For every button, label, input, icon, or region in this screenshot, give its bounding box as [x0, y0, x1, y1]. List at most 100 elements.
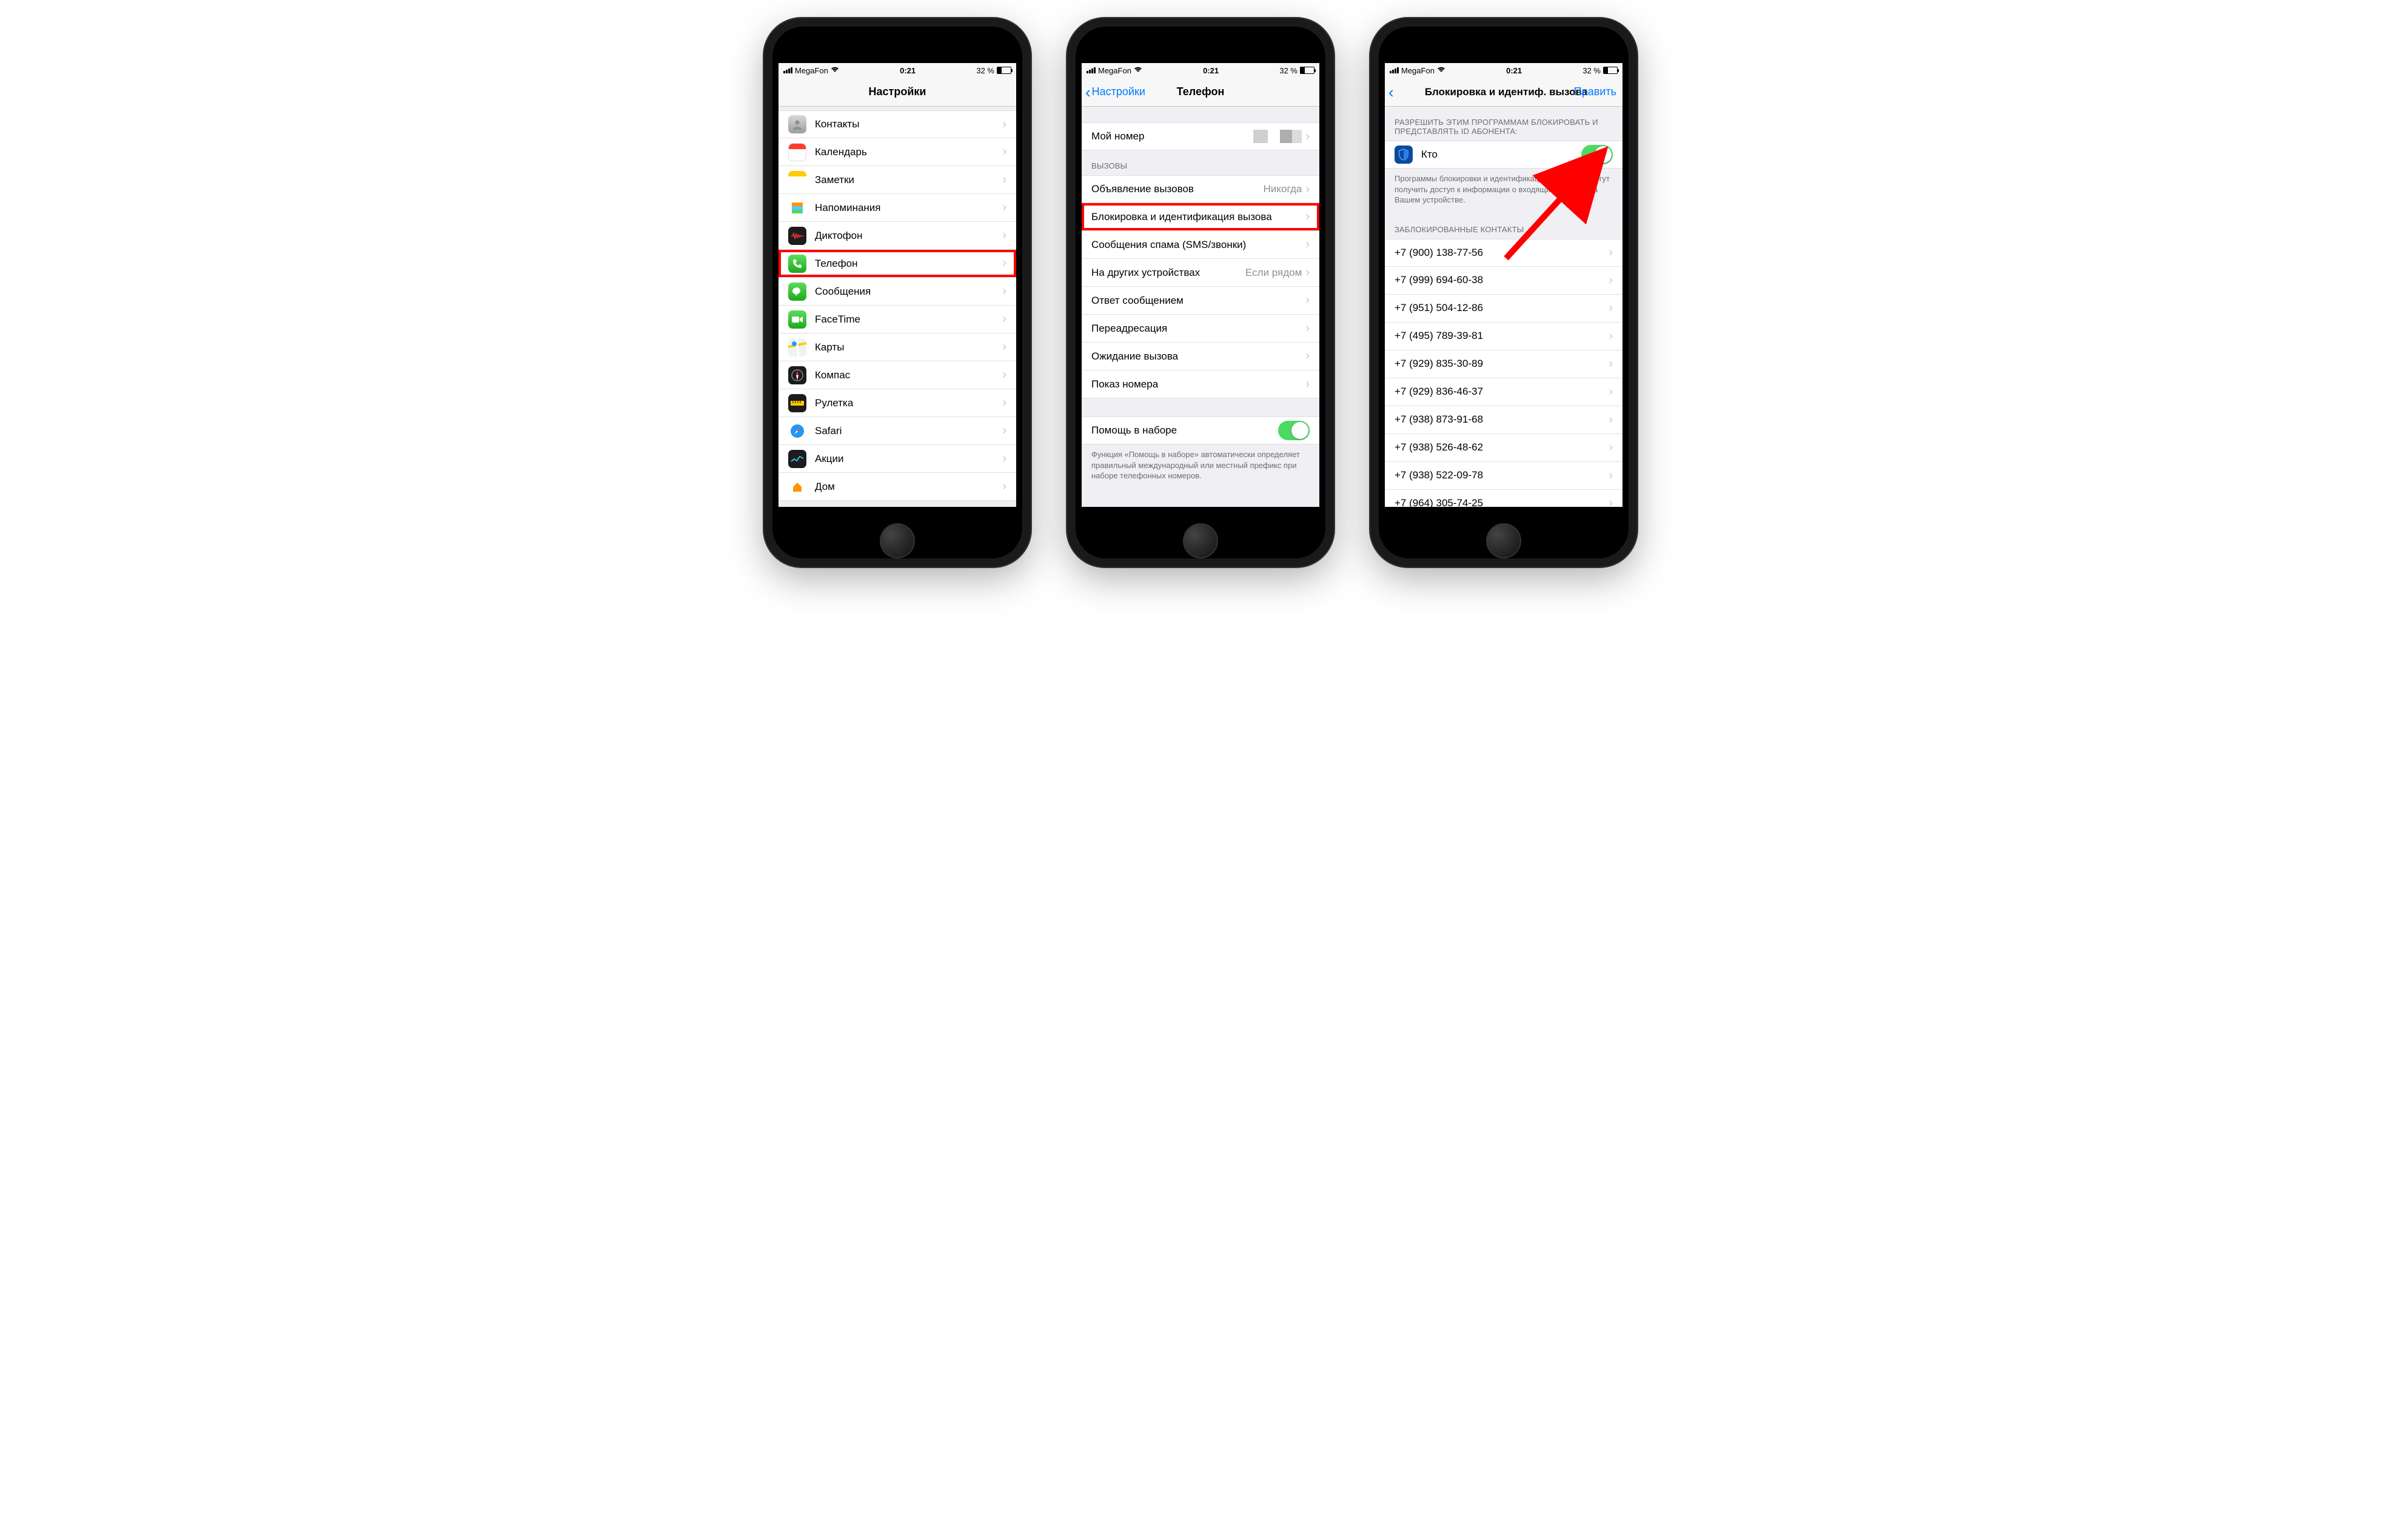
- blocked-number: +7 (495) 789-39-81: [1395, 330, 1609, 342]
- phone-2: MegaFon 0:21 32 % ‹ Настройки Телефон: [1067, 18, 1334, 567]
- screen-block-identify: MegaFon 0:21 32 % ‹ Блокировка и идентиф…: [1385, 63, 1622, 507]
- row-voice-memo[interactable]: Диктофон ›: [779, 222, 1016, 250]
- signal-icon: [1087, 67, 1096, 73]
- row-safari[interactable]: Safari ›: [779, 417, 1016, 445]
- row-blocked[interactable]: +7 (929) 836-46-37›: [1385, 378, 1622, 406]
- row-respond-text[interactable]: Ответ сообщением ›: [1082, 287, 1319, 315]
- nav-bar: ‹ Блокировка и идентиф. вызова Править: [1385, 78, 1622, 107]
- row-facetime[interactable]: FaceTime ›: [779, 306, 1016, 333]
- blocked-number: +7 (964) 305-74-25: [1395, 497, 1609, 507]
- row-reminders[interactable]: Напоминания ›: [779, 194, 1016, 222]
- row-label: Кто: [1421, 149, 1581, 161]
- phone-3: MegaFon 0:21 32 % ‹ Блокировка и идентиф…: [1370, 18, 1637, 567]
- row-dial-assist: Помощь в наборе: [1082, 417, 1319, 444]
- nav-bar: Настройки: [779, 78, 1016, 107]
- chevron-right-icon: ›: [1002, 368, 1006, 382]
- blocked-number: +7 (951) 504-12-86: [1395, 302, 1609, 314]
- dial-assist-toggle[interactable]: [1278, 421, 1310, 440]
- row-notes[interactable]: Заметки ›: [779, 166, 1016, 194]
- carrier-label: MegaFon: [1098, 66, 1131, 75]
- row-home[interactable]: Дом ›: [779, 473, 1016, 501]
- row-label: Сообщения спама (SMS/звонки): [1091, 239, 1305, 251]
- row-my-number[interactable]: Мой номер ›: [1082, 122, 1319, 150]
- facetime-icon: [788, 310, 806, 329]
- row-phone[interactable]: Телефон ›: [779, 250, 1016, 278]
- row-blocked[interactable]: +7 (495) 789-39-81›: [1385, 323, 1622, 350]
- back-button[interactable]: ‹ Настройки: [1085, 84, 1145, 100]
- phone-icon: [788, 255, 806, 273]
- row-other-devices[interactable]: На других устройствах Если рядом ›: [1082, 259, 1319, 287]
- chevron-right-icon: ›: [1305, 266, 1310, 280]
- row-call-waiting[interactable]: Ожидание вызова ›: [1082, 343, 1319, 370]
- dial-assist-footer: Функция «Помощь в наборе» автоматически …: [1082, 444, 1319, 490]
- row-label: Показ номера: [1091, 378, 1305, 390]
- row-label: Календарь: [815, 146, 1002, 158]
- row-blocked[interactable]: +7 (999) 694-60-38›: [1385, 267, 1622, 295]
- phone-1: MegaFon 0:21 32 % Настройки: [764, 18, 1031, 567]
- row-label: Блокировка и идентификация вызова: [1091, 211, 1305, 223]
- chevron-right-icon: ›: [1305, 238, 1310, 252]
- row-blocked[interactable]: +7 (938) 873-91-68›: [1385, 406, 1622, 434]
- chevron-right-icon: ›: [1305, 321, 1310, 335]
- row-ruler[interactable]: Рулетка ›: [779, 389, 1016, 417]
- row-label: Акции: [815, 453, 1002, 465]
- row-maps[interactable]: Карты ›: [779, 333, 1016, 361]
- chevron-right-icon: ›: [1002, 312, 1006, 326]
- chevron-right-icon: ›: [1609, 441, 1613, 455]
- row-label: Переадресация: [1091, 323, 1305, 335]
- row-contacts[interactable]: Контакты ›: [779, 110, 1016, 138]
- phone-settings-list[interactable]: Мой номер › ВЫЗОВЫ Объявление вызовов Ни…: [1082, 107, 1319, 507]
- row-calendar[interactable]: Календарь ›: [779, 138, 1016, 166]
- row-label: Рулетка: [815, 397, 1002, 409]
- chevron-right-icon: ›: [1609, 469, 1613, 483]
- kto-toggle[interactable]: [1581, 145, 1613, 164]
- row-block-identify[interactable]: Блокировка и идентификация вызова ›: [1082, 203, 1319, 231]
- chevron-left-icon: ‹: [1388, 84, 1394, 100]
- row-value: Если рядом: [1245, 267, 1302, 279]
- allow-footer: Программы блокировки и идентификации выз…: [1385, 169, 1622, 214]
- block-identify-list[interactable]: РАЗРЕШИТЬ ЭТИМ ПРОГРАММАМ БЛОКИРОВАТЬ И …: [1385, 107, 1622, 507]
- status-bar: MegaFon 0:21 32 %: [1082, 63, 1319, 78]
- row-stocks[interactable]: Акции ›: [779, 445, 1016, 473]
- section-header-blocked: ЗАБЛОКИРОВАННЫЕ КОНТАКТЫ: [1385, 214, 1622, 239]
- row-label: Напоминания: [815, 202, 1002, 214]
- row-label: Сообщения: [815, 286, 1002, 298]
- chevron-right-icon: ›: [1305, 182, 1310, 196]
- row-announce-calls[interactable]: Объявление вызовов Никогда ›: [1082, 175, 1319, 203]
- row-forwarding[interactable]: Переадресация ›: [1082, 315, 1319, 343]
- row-blocked[interactable]: +7 (929) 835-30-89›: [1385, 350, 1622, 378]
- section-header-calls: ВЫЗОВЫ: [1082, 150, 1319, 175]
- blocked-number: +7 (929) 835-30-89: [1395, 358, 1609, 370]
- settings-list[interactable]: Контакты › Календарь › Заметки › Напомин…: [779, 107, 1016, 507]
- carrier-label: MegaFon: [1401, 66, 1435, 75]
- row-blocked[interactable]: +7 (938) 522-09-78›: [1385, 462, 1622, 490]
- row-spam[interactable]: Сообщения спама (SMS/звонки) ›: [1082, 231, 1319, 259]
- home-button[interactable]: [1183, 523, 1218, 558]
- row-blocked[interactable]: +7 (938) 526-48-62›: [1385, 434, 1622, 462]
- row-show-id[interactable]: Показ номера ›: [1082, 370, 1319, 398]
- row-blocked[interactable]: +7 (951) 504-12-86›: [1385, 295, 1622, 323]
- maps-icon: [788, 338, 806, 357]
- back-button[interactable]: ‹: [1388, 84, 1394, 100]
- blocked-number: +7 (999) 694-60-38: [1395, 274, 1609, 286]
- chevron-right-icon: ›: [1305, 130, 1310, 144]
- row-blocked[interactable]: +7 (964) 305-74-25›: [1385, 490, 1622, 507]
- row-messages[interactable]: Сообщения ›: [779, 278, 1016, 306]
- row-label: Диктофон: [815, 230, 1002, 242]
- blocked-number: +7 (929) 836-46-37: [1395, 386, 1609, 398]
- row-label: Дом: [815, 481, 1002, 493]
- chevron-right-icon: ›: [1002, 284, 1006, 298]
- chevron-right-icon: ›: [1609, 329, 1613, 343]
- chevron-right-icon: ›: [1609, 246, 1613, 259]
- edit-button[interactable]: Править: [1574, 85, 1616, 98]
- row-label: Ожидание вызова: [1091, 350, 1305, 363]
- home-button[interactable]: [1486, 523, 1521, 558]
- home-button[interactable]: [880, 523, 915, 558]
- row-blocked[interactable]: +7 (900) 138-77-56›: [1385, 239, 1622, 267]
- blocked-number: +7 (938) 873-91-68: [1395, 413, 1609, 426]
- status-bar: MegaFon 0:21 32 %: [779, 63, 1016, 78]
- battery-pct: 32 %: [1279, 66, 1298, 75]
- row-compass[interactable]: Компас ›: [779, 361, 1016, 389]
- chevron-right-icon: ›: [1002, 424, 1006, 438]
- notes-icon: [788, 171, 806, 189]
